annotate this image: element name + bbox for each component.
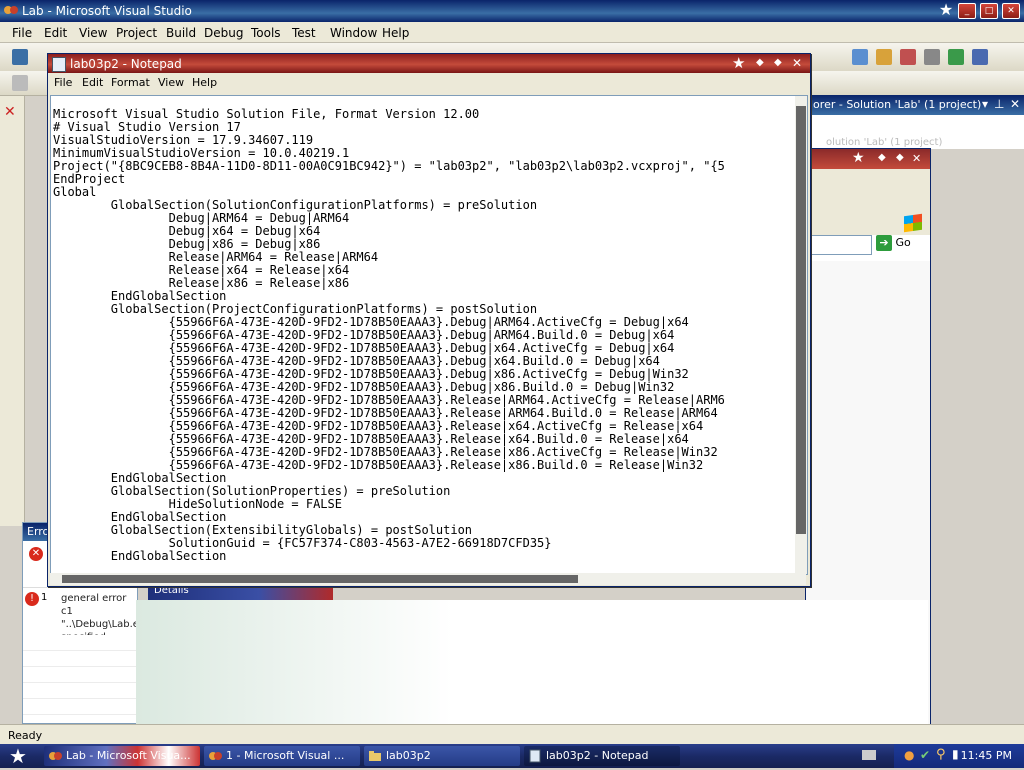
maximize-button[interactable]: ◆ bbox=[774, 57, 782, 68]
maximize-button[interactable]: ◆ bbox=[896, 152, 904, 163]
status-text: Ready bbox=[8, 729, 43, 742]
taskbar-item-vs[interactable]: Lab - Microsoft Visua... bbox=[44, 746, 200, 766]
vs-window-title: Lab - Microsoft Visual Studio bbox=[22, 4, 192, 18]
close-icon[interactable]: ✕ bbox=[1010, 97, 1020, 111]
solution-node[interactable]: olution 'Lab' (1 project) bbox=[826, 137, 942, 148]
notepad-window: lab03p2 - Notepad ★ ◆ ◆ ✕ File Edit Form… bbox=[47, 53, 811, 587]
taskbar-item-label: Lab - Microsoft Visua... bbox=[66, 749, 191, 762]
dropdown-icon[interactable]: ▾ bbox=[982, 97, 988, 111]
star-icon: ★ bbox=[852, 150, 865, 166]
start-icon[interactable] bbox=[948, 49, 964, 65]
menu-project[interactable]: Project bbox=[116, 26, 157, 40]
error-filter-icon[interactable]: ✕ bbox=[29, 547, 43, 561]
search-icon[interactable]: ⚲ bbox=[936, 747, 946, 762]
error-number: 1 bbox=[41, 592, 48, 603]
error-list-empty-rows bbox=[23, 635, 137, 723]
notepad-icon bbox=[528, 749, 542, 763]
vs-titlebar[interactable]: Lab - Microsoft Visual Studio ★ _ □ ✕ bbox=[0, 0, 1024, 22]
taskbar-item-label: lab03p2 bbox=[386, 749, 431, 762]
browser-toolbar bbox=[806, 191, 930, 235]
folder-icon bbox=[368, 749, 382, 763]
properties-icon[interactable] bbox=[900, 49, 916, 65]
minimize-button[interactable]: ◆ bbox=[878, 152, 886, 163]
close-button[interactable]: ✕ bbox=[792, 56, 802, 70]
vs-statusbar: Ready bbox=[0, 724, 1024, 745]
menu-file[interactable]: File bbox=[12, 26, 32, 40]
minimize-button[interactable]: ◆ bbox=[756, 57, 764, 68]
notepad-menu-edit[interactable]: Edit bbox=[82, 76, 103, 89]
taskbar-item-notepad[interactable]: lab03p2 - Notepad bbox=[524, 746, 680, 766]
pin-icon[interactable]: ⊥ bbox=[994, 97, 1004, 111]
taskbar-item-label: 1 - Microsoft Visual ... bbox=[226, 749, 345, 762]
browser-menubar bbox=[806, 169, 930, 192]
horizontal-scrollbar[interactable] bbox=[50, 573, 806, 585]
taskbar-item-label: lab03p2 - Notepad bbox=[546, 749, 649, 762]
menu-edit[interactable]: Edit bbox=[44, 26, 67, 40]
vertical-scroll-thumb[interactable] bbox=[796, 106, 806, 534]
solution-explorer-header: lorer - Solution 'Lab' (1 project) ▾ ⊥ ✕ bbox=[806, 95, 1024, 115]
taskbar-item-folder[interactable]: lab03p2 bbox=[364, 746, 520, 766]
menu-test[interactable]: Test bbox=[292, 26, 316, 40]
maximize-button[interactable]: □ bbox=[980, 3, 998, 19]
notepad-app-icon bbox=[52, 57, 66, 72]
windows-logo-icon bbox=[904, 213, 922, 233]
window-layout-icon[interactable] bbox=[972, 49, 988, 65]
background-content bbox=[136, 600, 928, 740]
star-icon: ★ bbox=[732, 54, 746, 72]
close-button[interactable]: ✕ bbox=[912, 152, 921, 165]
menu-build[interactable]: Build bbox=[166, 26, 196, 40]
network-icon[interactable]: ✔ bbox=[920, 748, 930, 762]
vs-app-icon bbox=[208, 749, 222, 763]
notepad-titlebar[interactable]: lab03p2 - Notepad ★ ◆ ◆ ✕ bbox=[48, 54, 810, 73]
menu-debug[interactable]: Debug bbox=[204, 26, 243, 40]
toolbox-icon[interactable]: ✕ bbox=[4, 104, 16, 120]
notepad-menu-file[interactable]: File bbox=[54, 76, 72, 89]
solution-explorer-body: olution 'Lab' (1 project) bbox=[806, 115, 1024, 149]
go-arrow-icon: ➔ bbox=[876, 235, 892, 251]
vs-menubar: File Edit View Project Build Debug Tools… bbox=[0, 22, 1024, 43]
new-project-icon[interactable] bbox=[12, 49, 28, 65]
toolbar-icon[interactable] bbox=[12, 75, 28, 91]
menu-help[interactable]: Help bbox=[382, 26, 409, 40]
notepad-text-area[interactable]: Microsoft Visual Studio Solution File, F… bbox=[50, 95, 808, 575]
start-button[interactable]: ★ bbox=[0, 744, 36, 768]
browser-titlebar[interactable]: ★ ◆ ◆ ✕ bbox=[806, 149, 930, 169]
system-tray: ● ✔ ⚲ ▮ 11:45 PM bbox=[894, 744, 1024, 768]
vs-app-icon bbox=[48, 749, 62, 763]
tools-icon[interactable] bbox=[924, 49, 940, 65]
keyboard-icon[interactable] bbox=[862, 750, 876, 760]
menu-view[interactable]: View bbox=[79, 26, 107, 40]
error-list-title: Erro bbox=[27, 525, 50, 538]
horizontal-scroll-thumb[interactable] bbox=[62, 575, 578, 583]
error-icon: ! bbox=[25, 592, 39, 606]
find-icon[interactable] bbox=[852, 49, 868, 65]
clock[interactable]: 11:45 PM bbox=[961, 749, 1012, 762]
solution-explorer-icon[interactable] bbox=[876, 49, 892, 65]
notepad-content[interactable]: Microsoft Visual Studio Solution File, F… bbox=[53, 108, 797, 568]
notepad-title: lab03p2 - Notepad bbox=[70, 57, 182, 71]
notepad-menubar: File Edit Format View Help bbox=[48, 73, 810, 93]
solution-explorer-title: lorer - Solution 'Lab' (1 project) bbox=[810, 98, 982, 111]
go-button[interactable]: ➔ Go bbox=[876, 235, 916, 253]
toolbox-strip[interactable]: ✕ bbox=[0, 96, 25, 526]
notepad-menu-help[interactable]: Help bbox=[192, 76, 217, 89]
address-bar[interactable] bbox=[810, 235, 872, 255]
vs-tray-icon[interactable]: ● bbox=[904, 748, 914, 762]
minimize-button[interactable]: _ bbox=[958, 3, 976, 19]
close-button[interactable]: ✕ bbox=[1002, 3, 1020, 19]
notepad-menu-view[interactable]: View bbox=[158, 76, 184, 89]
vertical-scrollbar[interactable] bbox=[795, 96, 807, 574]
error-row[interactable]: ! 1 general error c1 "..\Debug\Lab.e spe… bbox=[23, 587, 139, 643]
star-icon: ★ bbox=[938, 0, 954, 19]
vs-app-icon bbox=[4, 4, 18, 16]
notepad-menu-format[interactable]: Format bbox=[111, 76, 150, 89]
menu-window[interactable]: Window bbox=[330, 26, 377, 40]
taskbar-item-vs-group[interactable]: 1 - Microsoft Visual ... bbox=[204, 746, 360, 766]
go-label: Go bbox=[895, 236, 911, 249]
volume-icon[interactable]: ▮ bbox=[952, 747, 959, 761]
taskbar: ★ Lab - Microsoft Visua... 1 - Microsoft… bbox=[0, 744, 1024, 768]
menu-tools[interactable]: Tools bbox=[251, 26, 281, 40]
